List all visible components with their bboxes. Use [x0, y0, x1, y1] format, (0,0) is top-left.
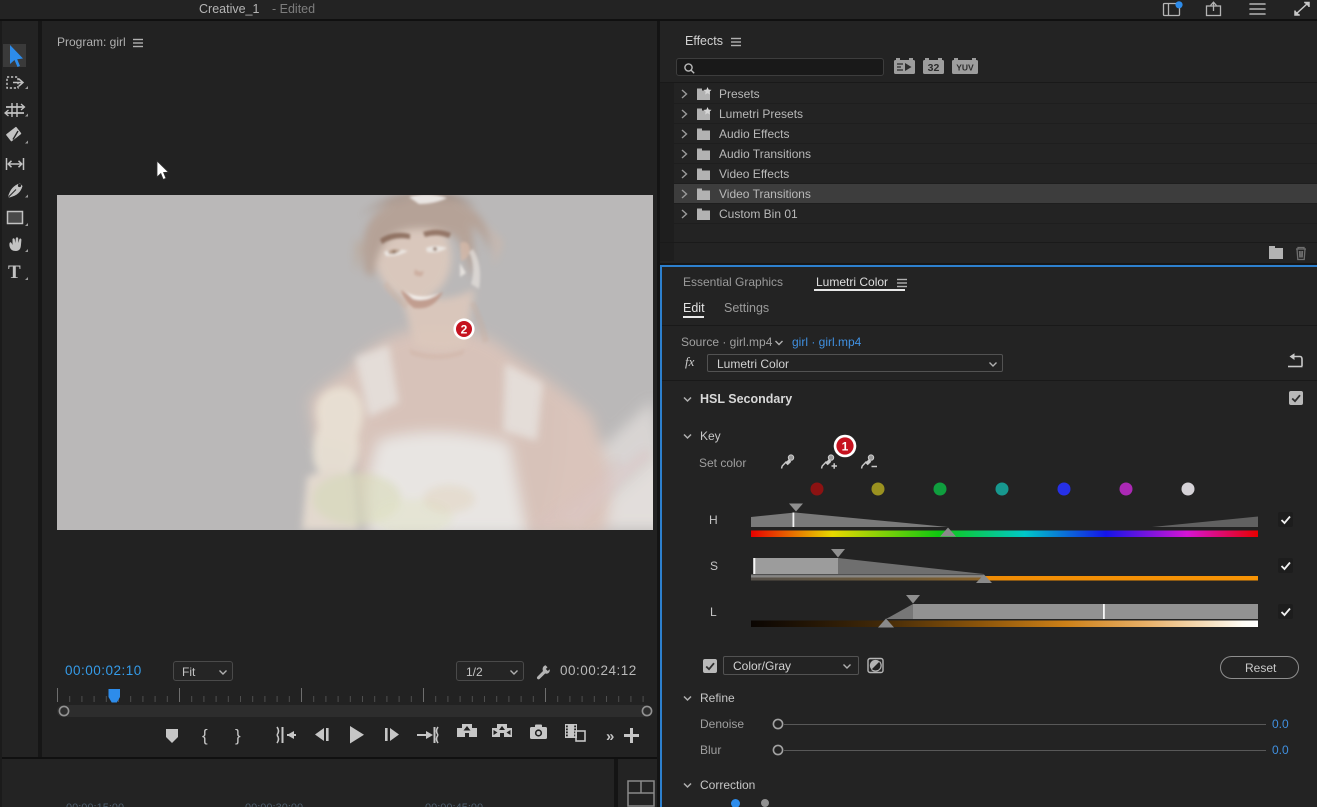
svg-text:32: 32 — [928, 62, 940, 74]
svg-text:YUV: YUV — [956, 63, 974, 73]
svg-text:2: 2 — [461, 323, 468, 337]
svg-text:T: T — [8, 262, 21, 283]
svg-text:{: { — [202, 726, 208, 745]
svg-text:}: } — [235, 726, 241, 745]
svg-text:»: » — [606, 728, 614, 745]
